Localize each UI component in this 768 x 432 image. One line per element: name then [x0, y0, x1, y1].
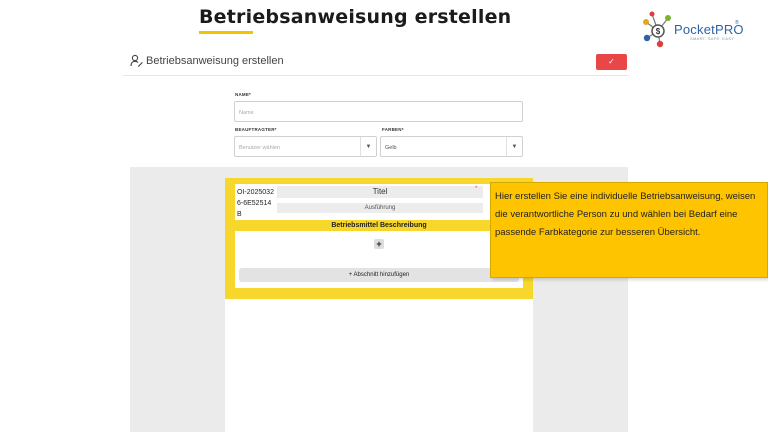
name-field[interactable]: Name: [234, 101, 523, 122]
color-value: Gelb: [385, 145, 397, 151]
document-page: OI-20250326-6E52514B Titel * Ausführung …: [225, 178, 533, 432]
section-band-equipment: Betriebsmittel Beschreibung: [235, 220, 523, 231]
app-header: Betriebsanweisung erstellen ✓: [123, 41, 628, 76]
checkmark-icon: ✓: [608, 57, 615, 66]
logo-tagline: SMART. SAFE. EASY.: [690, 36, 736, 41]
document-title-field[interactable]: Titel: [277, 186, 483, 198]
color-select[interactable]: Gelb ▼: [380, 136, 523, 157]
logo-registered: ®: [735, 20, 739, 26]
assignee-label: BEAUFTRAGTER*: [235, 127, 277, 132]
slide-title: Betriebsanweisung erstellen: [199, 6, 512, 28]
execution-field[interactable]: Ausführung: [277, 203, 483, 213]
add-section-button[interactable]: + Abschnitt hinzufügen: [239, 268, 519, 282]
title-underline: [199, 31, 253, 34]
logo-molecule-icon: $: [643, 11, 671, 48]
color-label: FARBEN*: [382, 127, 404, 132]
document-id: OI-20250326-6E52514B: [237, 189, 274, 218]
add-content-button[interactable]: +: [374, 239, 384, 249]
chevron-down-icon[interactable]: ▼: [506, 137, 522, 157]
assignee-select[interactable]: Benutzer wählen ▼: [234, 136, 377, 157]
pocketpro-logo: $ PocketPRO ® SMART. SAFE. EASY.: [638, 8, 748, 54]
tutorial-tooltip: Hier erstellen Sie eine individuelle Bet…: [490, 182, 768, 278]
page-title: Betriebsanweisung erstellen: [146, 55, 284, 67]
tooltip-text: Hier erstellen Sie eine individuelle Bet…: [495, 191, 756, 238]
chevron-down-icon[interactable]: ▼: [360, 137, 376, 157]
assignee-placeholder: Benutzer wählen: [239, 145, 280, 151]
required-marker: *: [475, 186, 478, 192]
logo-brand: PocketPRO: [674, 22, 744, 37]
slide: Betriebsanweisung erstellen $ PocketPRO …: [0, 0, 768, 432]
confirm-button[interactable]: ✓: [596, 54, 627, 70]
document-header-block: OI-20250326-6E52514B Titel * Ausführung …: [235, 184, 523, 288]
name-label: NAME*: [235, 92, 252, 97]
svg-text:$: $: [656, 27, 661, 36]
name-placeholder: Name: [239, 110, 254, 116]
person-edit-icon: [130, 54, 143, 67]
document-color-frame: OI-20250326-6E52514B Titel * Ausführung …: [225, 178, 533, 299]
